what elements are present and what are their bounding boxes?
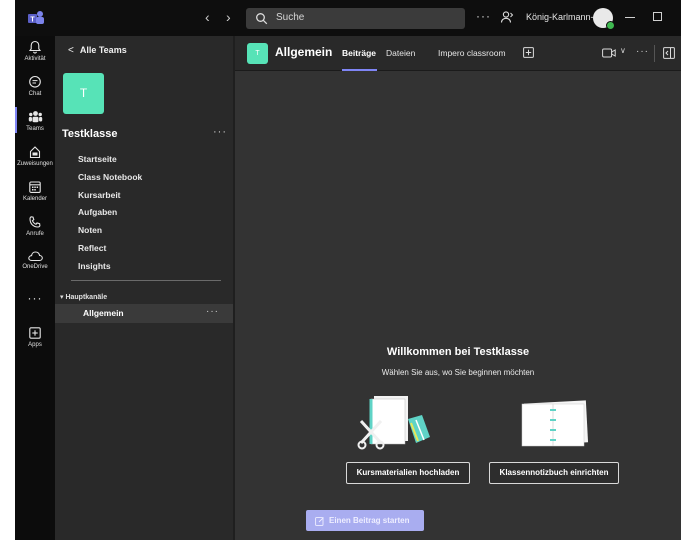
- maximize-icon[interactable]: [653, 12, 662, 21]
- rail-item-activity[interactable]: Aktivität: [15, 40, 55, 62]
- channel-avatar: T: [247, 43, 268, 64]
- channel-title: Allgemein: [275, 45, 333, 59]
- search-placeholder: Suche: [276, 12, 305, 23]
- cloud-icon: [27, 251, 43, 262]
- chat-icon: [29, 75, 41, 88]
- team-more-button[interactable]: ···: [213, 126, 227, 138]
- start-post-label: Einen Beitrag starten: [329, 516, 410, 525]
- header-more-button[interactable]: ···: [636, 46, 649, 57]
- team-panel: < Alle Teams T Testklasse ··· Startseite …: [55, 36, 233, 540]
- nav-item-startseite[interactable]: Startseite: [78, 153, 142, 171]
- people-icon[interactable]: [500, 10, 514, 24]
- channel-more-button[interactable]: ···: [206, 306, 219, 317]
- minimize-icon[interactable]: [625, 17, 635, 18]
- upload-course-materials-button[interactable]: Kursmaterialien hochladen: [346, 462, 470, 484]
- rail-item-assignments[interactable]: Zuweisungen: [15, 145, 55, 167]
- compose-icon: [315, 517, 324, 526]
- title-bar: T ‹ › Suche ··· König-Karlmann-...: [15, 0, 681, 36]
- channel-item-allgemein[interactable]: Allgemein ···: [55, 304, 233, 323]
- rail-item-apps[interactable]: Apps: [15, 326, 55, 348]
- calendar-icon: [29, 181, 41, 193]
- nav-item-aufgaben[interactable]: Aufgaben: [78, 206, 142, 224]
- expand-panel-icon[interactable]: [663, 47, 675, 59]
- rail-item-calls[interactable]: Anrufe: [15, 215, 55, 237]
- tab-beitraege[interactable]: Beiträge: [342, 48, 376, 58]
- chevron-left-icon: <: [68, 45, 74, 56]
- nav-item-noten[interactable]: Noten: [78, 224, 142, 242]
- phone-icon: [29, 216, 41, 228]
- active-tab-indicator: [342, 69, 377, 71]
- back-nav-button[interactable]: ‹: [205, 9, 210, 25]
- teams-icon: [28, 111, 42, 123]
- all-teams-back-button[interactable]: < Alle Teams: [68, 45, 127, 56]
- video-camera-icon[interactable]: [602, 48, 616, 58]
- setup-class-notebook-button[interactable]: Klassennotizbuch einrichten: [489, 462, 619, 484]
- team-avatar: T: [63, 73, 104, 114]
- search-input[interactable]: Suche: [246, 8, 465, 29]
- forward-nav-button[interactable]: ›: [226, 9, 231, 25]
- svg-text:T: T: [30, 17, 35, 24]
- titlebar-more-button[interactable]: ···: [476, 9, 491, 23]
- team-nav-list: Startseite Class Notebook Kursarbeit Auf…: [78, 153, 142, 278]
- panel-divider: [71, 280, 221, 281]
- rail-item-chat[interactable]: Chat: [15, 75, 55, 97]
- bell-icon: [28, 40, 42, 54]
- tab-dateien[interactable]: Dateien: [386, 48, 415, 58]
- channels-section-header[interactable]: ▾ Hauptkanäle: [60, 293, 107, 301]
- user-name[interactable]: König-Karlmann-...: [526, 12, 601, 22]
- apps-add-icon: [29, 327, 41, 339]
- nav-item-insights[interactable]: Insights: [78, 260, 142, 278]
- rail-item-onedrive[interactable]: OneDrive: [15, 250, 55, 270]
- header-separator: [654, 45, 655, 62]
- welcome-subtitle: Wählen Sie aus, wo Sie beginnen möchten: [381, 368, 535, 377]
- nav-item-kursarbeit[interactable]: Kursarbeit: [78, 189, 142, 207]
- start-post-button[interactable]: Einen Beitrag starten: [306, 510, 424, 531]
- nav-item-class-notebook[interactable]: Class Notebook: [78, 171, 142, 189]
- teams-window: T ‹ › Suche ··· König-Karlmann-... Aktiv…: [15, 0, 681, 540]
- channel-name: Allgemein: [83, 308, 124, 318]
- notebook-illustration-icon: [521, 400, 589, 447]
- rail-item-calendar[interactable]: Kalender: [15, 180, 55, 202]
- tab-impero-classroom[interactable]: Impero classroom: [438, 48, 506, 58]
- avatar[interactable]: [593, 8, 615, 30]
- channel-main: T Allgemein Beiträge Dateien Impero clas…: [235, 36, 681, 540]
- add-tab-icon[interactable]: [523, 47, 534, 58]
- channel-header: T Allgemein Beiträge Dateien Impero clas…: [235, 36, 681, 71]
- upload-illustration-icon: [357, 396, 430, 450]
- presence-status-icon: [606, 21, 615, 30]
- assignments-icon: [29, 146, 41, 159]
- teams-logo-icon: T: [28, 11, 44, 24]
- app-rail: Aktivität Chat Teams Zuweisungen Kalende…: [15, 36, 55, 540]
- chevron-down-icon[interactable]: ∨: [620, 46, 626, 55]
- rail-item-teams[interactable]: Teams: [15, 110, 55, 132]
- team-name: Testklasse: [62, 128, 118, 140]
- rail-more-button[interactable]: ···: [15, 291, 55, 305]
- nav-item-reflect[interactable]: Reflect: [78, 242, 142, 260]
- search-icon: [256, 13, 268, 25]
- welcome-title: Willkommen bei Testklasse: [386, 346, 530, 358]
